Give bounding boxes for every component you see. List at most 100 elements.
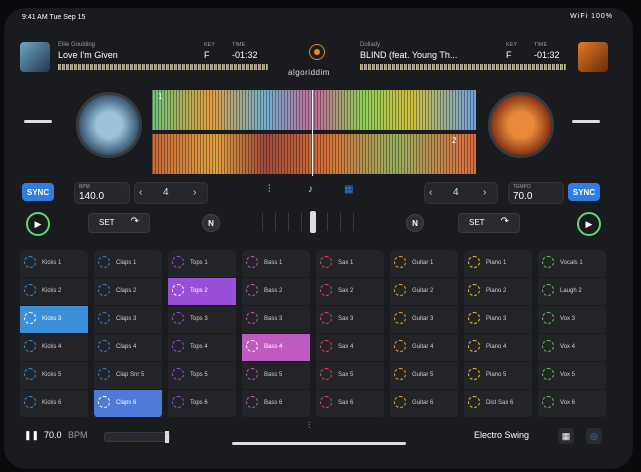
sample-pad[interactable]: Sax 6 [316, 390, 384, 418]
settings-icon[interactable]: ◎ [586, 428, 602, 444]
deck-b-tempo-display[interactable]: TEMPO 70.0 [508, 182, 564, 204]
sample-pad[interactable]: Kicks 5 [20, 362, 88, 390]
sample-pad[interactable]: Guitar 5 [390, 362, 458, 390]
deck-a-set-control[interactable]: SET ↷ [88, 213, 150, 233]
deck-a-sync-button[interactable]: SYNC [22, 183, 54, 201]
sample-pad[interactable]: Sax 2 [316, 278, 384, 306]
music-note-icon[interactable]: ♪ [308, 184, 313, 195]
deck-b-n-button[interactable]: N [406, 214, 424, 232]
deck-b-set-control[interactable]: SET ↷ [458, 213, 520, 233]
sample-pad[interactable]: Vox 3 [538, 306, 606, 334]
sample-pad[interactable]: Vocals 1 [538, 250, 606, 278]
deck-a-play-button[interactable]: ▶ [26, 212, 50, 236]
deck-b-artwork[interactable] [578, 42, 608, 72]
deck-a-artwork[interactable] [20, 42, 50, 72]
deck-a-key[interactable]: F [204, 50, 210, 60]
sample-pad[interactable]: Tops 1 [168, 250, 236, 278]
sample-pad[interactable]: Kicks 3 [20, 306, 88, 334]
sample-pad[interactable]: Vox 5 [538, 362, 606, 390]
sample-pad[interactable]: Bass 1 [242, 250, 310, 278]
sample-pad[interactable]: Sax 1 [316, 250, 384, 278]
sample-pad[interactable]: Guitar 1 [390, 250, 458, 278]
sampler-volume-slider[interactable] [104, 431, 170, 443]
sample-pad[interactable]: Kicks 4 [20, 334, 88, 362]
sample-pad[interactable]: Tops 6 [168, 390, 236, 418]
sample-pad[interactable]: Bass 2 [242, 278, 310, 306]
sample-pad[interactable]: Kicks 6 [20, 390, 88, 418]
deck-a-n-button[interactable]: N [202, 214, 220, 232]
deck-a-loop-size[interactable]: 4 [163, 187, 169, 198]
sample-pad[interactable]: Piano 1 [464, 250, 532, 278]
deck-a-pitch-slider[interactable] [24, 120, 52, 123]
sampler-bpm-label[interactable]: BPM [68, 430, 88, 440]
sample-pad[interactable]: Claps 1 [94, 250, 162, 278]
sample-pad[interactable]: Sax 3 [316, 306, 384, 334]
logo-icon[interactable] [309, 44, 325, 60]
chevron-right-icon[interactable]: › [193, 187, 196, 198]
crossfader[interactable] [262, 211, 366, 233]
sample-pad[interactable]: Kicks 1 [20, 250, 88, 278]
sample-pad[interactable]: Guitar 4 [390, 334, 458, 362]
sample-pad[interactable]: Claps 2 [94, 278, 162, 306]
crossfader-knob[interactable] [310, 211, 316, 233]
sample-pad[interactable]: Kicks 2 [20, 278, 88, 306]
mixer-toggle-icon[interactable]: ⫶ [308, 420, 310, 431]
sample-pack-selector[interactable]: Electro Swing [474, 430, 529, 440]
deck-a-waveform[interactable] [152, 90, 476, 130]
deck-a-platter[interactable] [76, 92, 142, 158]
sample-pad[interactable]: Bass 4 [242, 334, 310, 362]
sample-pad[interactable]: Tops 4 [168, 334, 236, 362]
sample-pad[interactable]: Tops 3 [168, 306, 236, 334]
sample-pad[interactable]: Piano 4 [464, 334, 532, 362]
deck-a-overview-waveform[interactable] [58, 64, 268, 70]
sample-pad[interactable]: Piano 5 [464, 362, 532, 390]
mixer-icon[interactable]: ⫶ [268, 184, 271, 195]
sample-pad[interactable]: Claps 6 [94, 390, 162, 418]
sample-pad[interactable]: Vox 6 [538, 390, 606, 418]
chevron-right-icon[interactable]: › [483, 187, 486, 198]
pad-label: Sax 3 [338, 316, 354, 322]
pad-ring-icon [246, 256, 258, 268]
chevron-left-icon[interactable]: ‹ [429, 187, 432, 198]
sample-pad[interactable]: Claps 4 [94, 334, 162, 362]
sample-pad[interactable]: Tops 2 [168, 278, 236, 306]
deck-b-sync-button[interactable]: SYNC [568, 183, 600, 201]
deck-b-pitch-slider[interactable] [572, 120, 600, 123]
curved-arrow-icon[interactable]: ↷ [501, 216, 509, 227]
deck-b-play-button[interactable]: ▶ [577, 212, 601, 236]
sample-pad[interactable]: Guitar 3 [390, 306, 458, 334]
sample-pad[interactable]: Guitar 6 [390, 390, 458, 418]
sample-pad[interactable]: Vox 4 [538, 334, 606, 362]
sample-pad[interactable]: Sax 4 [316, 334, 384, 362]
sample-pad[interactable]: Clap Snr 5 [94, 362, 162, 390]
curved-arrow-icon[interactable]: ↷ [131, 216, 139, 227]
slider-knob[interactable] [165, 431, 169, 443]
deck-a-bpm-display[interactable]: BPM 140.0 [74, 182, 130, 204]
sample-pad[interactable]: Bass 6 [242, 390, 310, 418]
deck-a-set-button[interactable]: SET [99, 218, 115, 227]
sample-pad[interactable]: Laugh 2 [538, 278, 606, 306]
sample-pad[interactable]: Guitar 2 [390, 278, 458, 306]
sample-pad[interactable]: Bass 5 [242, 362, 310, 390]
deck-a-cue-marker[interactable]: 1 [158, 92, 162, 101]
sampler-bpm[interactable]: 70.0 [44, 430, 62, 440]
sample-pad[interactable]: Claps 3 [94, 306, 162, 334]
deck-b-overview-waveform[interactable] [360, 64, 566, 70]
sample-pad[interactable]: Dist Sax 6 [464, 390, 532, 418]
chevron-left-icon[interactable]: ‹ [139, 187, 142, 198]
deck-b-cue-marker[interactable]: 2 [452, 136, 456, 145]
waveform-area[interactable]: 1 2 [152, 90, 476, 176]
sample-pad[interactable]: Tops 5 [168, 362, 236, 390]
deck-b-platter[interactable] [488, 92, 554, 158]
sample-pad[interactable]: Piano 3 [464, 306, 532, 334]
grid-icon[interactable]: ▦ [558, 428, 574, 444]
pads-grid-icon[interactable]: ▦ [344, 184, 353, 195]
sample-pad[interactable]: Sax 5 [316, 362, 384, 390]
deck-b-loop-size[interactable]: 4 [453, 187, 459, 198]
deck-b-key[interactable]: F [506, 50, 512, 60]
deck-b-set-button[interactable]: SET [469, 218, 485, 227]
deck-b-waveform[interactable] [152, 134, 476, 174]
pause-icon[interactable]: ❚❚ [24, 430, 39, 441]
sample-pad[interactable]: Bass 3 [242, 306, 310, 334]
sample-pad[interactable]: Piano 2 [464, 278, 532, 306]
